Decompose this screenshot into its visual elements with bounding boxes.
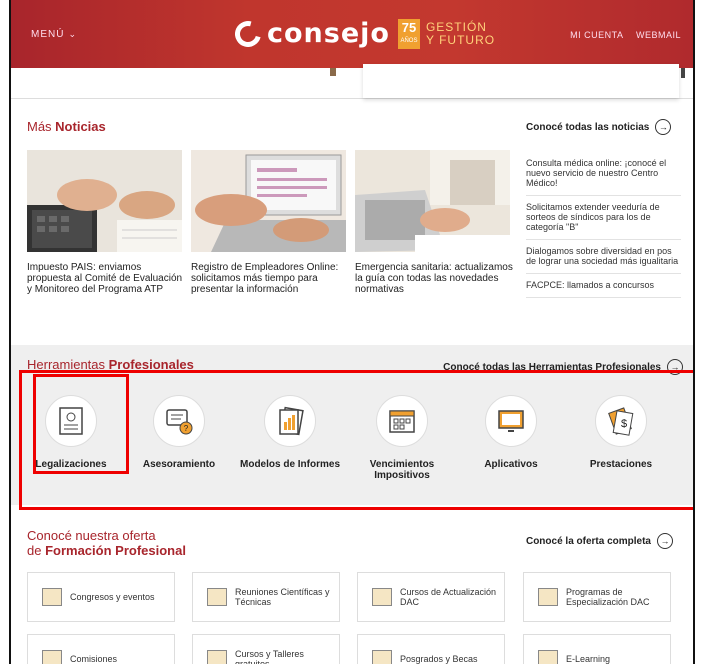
training-card[interactable]: Congresos y eventos [27,572,175,622]
news-see-all-link[interactable]: Conocé todas las noticias → [526,119,672,135]
news-image-1[interactable] [27,150,182,252]
menu-button[interactable]: MENÚ ⌄ [31,29,77,40]
my-account-link[interactable]: MI CUENTA [570,30,623,40]
news-side-list: Consulta médica online: ¡conocé el nuevo… [526,155,681,301]
training-card-label: E-Learning [566,654,611,664]
training-card[interactable]: E-Learning [523,634,671,664]
hero-card [363,64,679,98]
tagline: GESTIÓN Y FUTURO [425,19,496,47]
scholarship-icon [372,650,392,664]
hero-edge-right [681,68,685,78]
news-item-2-text[interactable]: Registro de Empleadores Online: solicita… [191,262,351,295]
news-title-light: Más [27,119,56,134]
consejo-logo-icon [230,15,266,52]
side-news-item[interactable]: Dialogamos sobre diversidad en pos de lo… [526,243,681,274]
top-links: MI CUENTA WEBMAIL [560,30,681,40]
page-frame: MENÚ ⌄ consejo 75 AÑOS GESTIÓN Y FUTURO MI … [9,0,695,664]
news-item-1-text[interactable]: Impuesto PAIS: enviamos propuesta al Com… [27,262,187,295]
hero-strip [11,64,693,99]
top-header: MENÚ ⌄ consejo 75 AÑOS GESTIÓN Y FUTURO MI … [11,0,693,68]
news-item-3-text[interactable]: Emergencia sanitaria: actualizamos la gu… [355,262,515,295]
event-icon [42,588,62,606]
training-see-all-label: Conocé la oferta completa [525,535,651,547]
news-image-3[interactable] [355,150,510,252]
training-card-label: Comisiones [70,654,118,664]
program-icon [538,588,558,606]
news-section-title: Más Noticias [27,119,106,134]
badge-number: 75 [401,19,417,35]
webmail-link[interactable]: WEBMAIL [636,30,681,40]
training-card[interactable]: Posgrados y Becas [357,634,505,664]
hero-edge [330,68,336,76]
meeting-icon [207,588,227,606]
logo-word: consejo [267,18,390,49]
training-card[interactable]: Reuniones Científicas y Técnicas [192,572,340,622]
tagline-line2: Y FUTURO [425,32,496,47]
training-card-label: Cursos de Actualización DAC [400,587,497,607]
side-news-item[interactable]: Consulta médica online: ¡conocé el nuevo… [526,155,681,196]
menu-label: MENÚ [31,29,65,40]
training-title-bold: Formación Profesional [45,543,186,558]
elearning-icon [538,650,558,664]
site-logo[interactable]: consejo 75 AÑOS GESTIÓN Y FUTURO [230,15,496,52]
training-card[interactable]: Cursos y Talleres gratuitos [192,634,340,664]
tagline-line1: GESTIÓN [425,19,487,34]
training-see-all-link[interactable]: Conocé la oferta completa → [526,533,673,549]
group-icon [42,650,62,664]
training-card[interactable]: Programas de Especialización DAC [523,572,671,622]
training-card-label: Cursos y Talleres gratuitos [235,649,304,664]
arrow-right-icon: → [657,533,673,549]
side-news-item[interactable]: FACPCE: llamados a concursos [526,277,681,298]
badge-years: AÑOS [400,37,418,44]
training-title-prefix: de [27,543,46,558]
training-card-label: Posgrados y Becas [400,654,478,664]
training-section-title: Conocé nuestra oferta de Formación Profe… [27,528,186,558]
training-card[interactable]: Cursos de Actualización DAC [357,572,505,622]
training-title-line1: Conocé nuestra oferta [27,528,156,543]
highlight-box-legalizaciones [33,374,129,474]
training-card-label: Programas de Especialización DAC [566,587,650,607]
side-news-item[interactable]: Solicitamos extender veeduría de sorteos… [526,199,681,240]
training-card-label: Reuniones Científicas y Técnicas [235,587,330,607]
news-image-2[interactable] [191,150,346,252]
training-card-label: Congresos y eventos [70,592,155,602]
news-title-bold: Noticias [55,119,106,134]
graduation-icon [372,588,392,606]
training-card[interactable]: Comisiones [27,634,175,664]
workshop-icon [207,650,227,664]
anniversary-badge: 75 AÑOS [397,18,420,49]
arrow-right-icon: → [655,119,672,135]
chevron-down-icon: ⌄ [68,29,77,39]
news-see-all-label: Conocé todas las noticias [526,121,650,133]
